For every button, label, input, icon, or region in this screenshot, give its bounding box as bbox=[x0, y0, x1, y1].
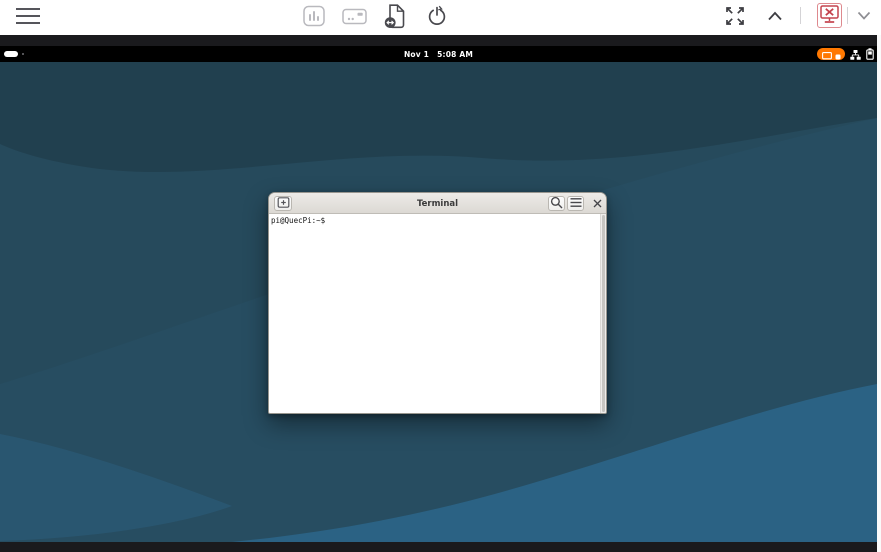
date-label: Nov 1 bbox=[404, 50, 429, 59]
viewer-scrollbar[interactable] bbox=[877, 35, 881, 552]
display-close-icon bbox=[819, 4, 840, 28]
restart-button[interactable] bbox=[424, 3, 449, 32]
document-transfer-icon bbox=[384, 4, 407, 32]
power-restart-icon bbox=[425, 4, 449, 31]
toolbar-divider bbox=[800, 7, 801, 24]
hamburger-menu-icon bbox=[570, 196, 582, 211]
menu-button[interactable] bbox=[13, 5, 43, 30]
terminal-scrollbar-thumb[interactable] bbox=[602, 215, 605, 412]
time-label: 5:08 AM bbox=[437, 50, 473, 59]
media-stop-icon bbox=[835, 45, 841, 64]
network-wired-icon bbox=[850, 45, 861, 64]
chevron-up-icon bbox=[764, 6, 786, 29]
fullscreen-button[interactable] bbox=[722, 3, 748, 31]
machine-actions bbox=[301, 3, 449, 32]
system-status-area[interactable] bbox=[817, 46, 874, 62]
terminal-close-button[interactable] bbox=[590, 196, 604, 211]
bar-chart-icon bbox=[303, 5, 325, 30]
letterbox-bottom bbox=[0, 542, 877, 552]
file-transfer-button[interactable] bbox=[383, 3, 408, 32]
usage-stats-button[interactable] bbox=[301, 3, 326, 32]
disconnect-display-button[interactable] bbox=[817, 3, 842, 28]
console-card-icon bbox=[342, 8, 367, 28]
terminal-search-button[interactable] bbox=[548, 196, 565, 211]
battery-icon bbox=[866, 45, 874, 64]
terminal-menu-button[interactable] bbox=[567, 196, 584, 211]
clock[interactable]: Nov 1 5:08 AM bbox=[0, 46, 877, 62]
terminal-body[interactable]: pi@QuecPi:~$ bbox=[269, 214, 606, 413]
hamburger-menu-icon bbox=[15, 6, 41, 29]
terminal-window[interactable]: Terminal pi@QuecPi:~$ bbox=[268, 192, 607, 414]
letterbox-top bbox=[0, 35, 877, 46]
screen-share-icon bbox=[822, 45, 832, 64]
expand-button[interactable] bbox=[852, 4, 875, 29]
viewer-toolbar bbox=[0, 0, 881, 35]
serial-console-button[interactable] bbox=[342, 3, 367, 32]
guest-desktop[interactable]: Terminal pi@QuecPi:~$ bbox=[0, 62, 877, 542]
screencast-indicator[interactable] bbox=[817, 48, 845, 60]
close-icon bbox=[593, 196, 602, 211]
guest-top-bar: Nov 1 5:08 AM bbox=[0, 46, 877, 62]
collapse-button[interactable] bbox=[762, 3, 788, 31]
fullscreen-arrows-icon bbox=[723, 4, 747, 31]
toolbar-divider bbox=[847, 7, 848, 24]
search-icon bbox=[550, 196, 563, 212]
terminal-prompt: pi@QuecPi:~$ bbox=[271, 216, 325, 225]
chevron-down-icon bbox=[854, 5, 874, 28]
terminal-header-bar[interactable]: Terminal bbox=[269, 193, 606, 214]
terminal-scrollbar[interactable] bbox=[600, 214, 606, 413]
